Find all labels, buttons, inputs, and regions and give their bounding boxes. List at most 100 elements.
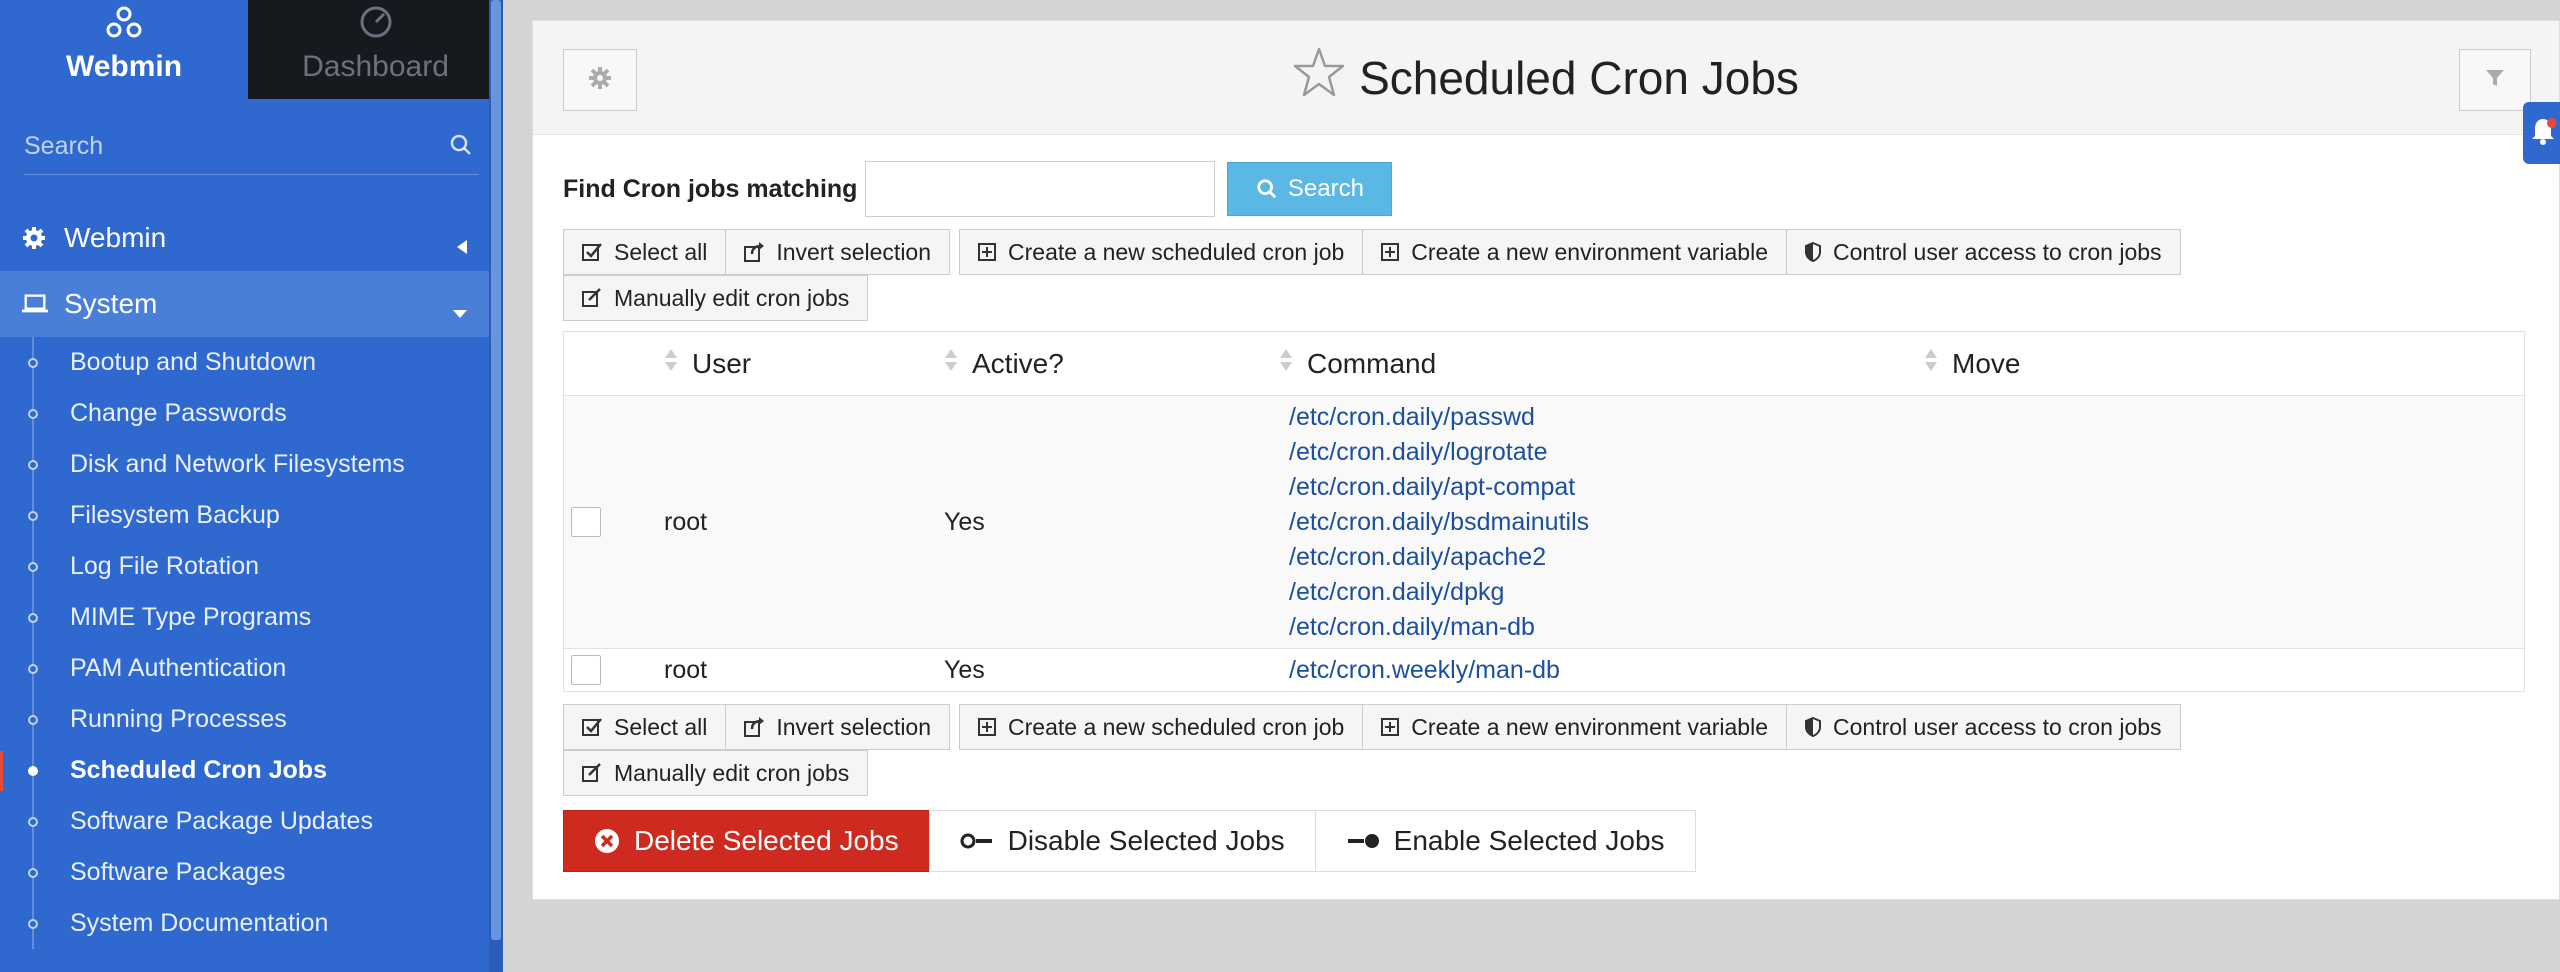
check-square-icon [582, 718, 602, 736]
sidebar-section-system[interactable]: System [0, 271, 503, 337]
laptop-icon [22, 291, 48, 317]
bullet-icon [28, 562, 38, 572]
sidebar-item-label: Bootup and Shutdown [70, 348, 317, 376]
create-cron-job-button[interactable]: Create a new scheduled cron job [959, 229, 1364, 275]
cron-jobs-table: User Active? Command Move root Yes /etc/… [563, 331, 2525, 692]
control-access-button[interactable]: Control user access to cron jobs [1786, 229, 2181, 275]
sidebar-item-log-rotation[interactable]: Log File Rotation [0, 541, 503, 592]
search-button[interactable]: Search [1227, 162, 1393, 216]
sidebar-section-webmin[interactable]: Webmin [0, 205, 503, 271]
sidebar-item-package-updates[interactable]: Software Package Updates [0, 796, 503, 847]
disable-selected-button[interactable]: Disable Selected Jobs [928, 810, 1316, 872]
sidebar-item-label: System Documentation [70, 909, 329, 937]
sidebar-item-pam[interactable]: PAM Authentication [0, 643, 503, 694]
command-link[interactable]: /etc/cron.daily/passwd [1289, 400, 1535, 435]
header-user[interactable]: User [664, 347, 944, 380]
enable-selected-button[interactable]: Enable Selected Jobs [1314, 810, 1696, 872]
toggle-off-icon [960, 833, 992, 849]
scrollbar-thumb[interactable] [491, 0, 501, 940]
enable-selected-label: Enable Selected Jobs [1393, 825, 1665, 856]
sidebar-item-software-packages[interactable]: Software Packages [0, 847, 503, 898]
select-all-button[interactable]: Select all [563, 704, 727, 750]
module-config-button[interactable] [563, 49, 637, 111]
command-link[interactable]: /etc/cron.daily/logrotate [1289, 435, 1547, 470]
times-circle-icon [595, 829, 619, 853]
bullet-icon [28, 664, 38, 674]
sidebar-item-scheduled-cron-jobs[interactable]: Scheduled Cron Jobs [0, 745, 503, 796]
disable-selected-label: Disable Selected Jobs [1007, 825, 1285, 856]
bullet-icon [28, 613, 38, 623]
header-move[interactable]: Move [1924, 347, 2324, 380]
command-link[interactable]: /etc/cron.daily/man-db [1289, 610, 1535, 645]
header-command[interactable]: Command [1279, 347, 1924, 380]
select-all-button[interactable]: Select all [563, 229, 727, 275]
sidebar-item-label: Disk and Network Filesystems [70, 450, 405, 478]
bullet-icon [28, 766, 38, 776]
sidebar-item-label: Filesystem Backup [70, 501, 280, 529]
manual-edit-label: Manually edit cron jobs [614, 759, 850, 786]
header-active-label: Active? [972, 347, 1064, 379]
command-link[interactable]: /etc/cron.daily/apt-compat [1289, 470, 1575, 505]
control-access-button[interactable]: Control user access to cron jobs [1786, 704, 2181, 750]
row-checkbox[interactable] [571, 507, 601, 537]
filter-button[interactable] [2459, 49, 2531, 111]
user-cell: root [664, 655, 708, 684]
search-icon[interactable] [449, 133, 473, 162]
tab-dashboard[interactable]: Dashboard [248, 0, 503, 99]
manual-edit-button[interactable]: Manually edit cron jobs [563, 275, 869, 321]
bullet-icon [28, 715, 38, 725]
sidebar-item-bootup[interactable]: Bootup and Shutdown [0, 337, 503, 388]
row-checkbox[interactable] [571, 655, 601, 685]
command-link[interactable]: /etc/cron.weekly/man-db [1289, 653, 1560, 688]
command-link[interactable]: /etc/cron.daily/dpkg [1289, 575, 1504, 610]
sidebar-item-filesystem-backup[interactable]: Filesystem Backup [0, 490, 503, 541]
create-env-variable-button[interactable]: Create a new environment variable [1362, 229, 1787, 275]
sidebar-item-label: Scheduled Cron Jobs [70, 756, 327, 784]
active-cell: Yes [944, 655, 985, 684]
create-env-variable-button[interactable]: Create a new environment variable [1362, 704, 1787, 750]
delete-selected-label: Delete Selected Jobs [634, 825, 899, 856]
header-command-label: Command [1307, 347, 1437, 379]
sidebar-scrollbar[interactable] [489, 0, 503, 972]
bullet-icon [28, 358, 38, 368]
create-env-variable-label: Create a new environment variable [1411, 238, 1768, 265]
manual-edit-button[interactable]: Manually edit cron jobs [563, 750, 869, 796]
sidebar-item-mime-types[interactable]: MIME Type Programs [0, 592, 503, 643]
star-icon[interactable] [1293, 47, 1345, 108]
invert-selection-button[interactable]: Invert selection [725, 704, 951, 750]
invert-selection-button[interactable]: Invert selection [725, 229, 951, 275]
bullet-icon [28, 868, 38, 878]
tab-webmin-label: Webmin [65, 50, 183, 83]
plus-square-icon [978, 718, 997, 736]
row-select-cell [564, 396, 664, 648]
sidebar-item-system-docs[interactable]: System Documentation [0, 898, 503, 949]
command-link[interactable]: /etc/cron.daily/apache2 [1289, 540, 1546, 575]
page-title: Scheduled Cron Jobs [1293, 47, 1799, 108]
command-link[interactable]: /etc/cron.daily/bsdmainutils [1289, 505, 1589, 540]
create-env-variable-label: Create a new environment variable [1411, 713, 1768, 740]
sidebar-item-label: PAM Authentication [70, 654, 287, 682]
sidebar-item-label: Running Processes [70, 705, 287, 733]
control-access-label: Control user access to cron jobs [1833, 713, 2162, 740]
main-panel: Scheduled Cron Jobs Find Cron jobs match… [532, 20, 2560, 900]
sidebar-item-running-processes[interactable]: Running Processes [0, 694, 503, 745]
plus-square-icon [1381, 243, 1400, 261]
tab-webmin[interactable]: Webmin [0, 0, 248, 99]
sidebar-top-tabs: Webmin Dashboard [0, 0, 503, 99]
search-row: Find Cron jobs matching Search [563, 161, 2529, 217]
create-cron-job-label: Create a new scheduled cron job [1008, 713, 1345, 740]
sidebar-item-change-passwords[interactable]: Change Passwords [0, 388, 503, 439]
sidebar-search-input[interactable]: Search [24, 119, 479, 175]
sidebar-item-disk-filesystems[interactable]: Disk and Network Filesystems [0, 439, 503, 490]
row-select-cell [564, 649, 664, 691]
toolbar-bottom: Select all Invert selection Create a new… [563, 704, 2463, 796]
notifications-button[interactable] [2523, 102, 2560, 164]
sidebar-section-system-label: System [64, 288, 158, 319]
bullet-icon [28, 511, 38, 521]
table-row: root Yes /etc/cron.daily/passwd /etc/cro… [564, 396, 2524, 649]
command-cell: /etc/cron.weekly/man-db [1289, 649, 1929, 691]
create-cron-job-button[interactable]: Create a new scheduled cron job [959, 704, 1364, 750]
delete-selected-button[interactable]: Delete Selected Jobs [563, 810, 930, 872]
cron-search-input[interactable] [865, 161, 1216, 217]
header-active[interactable]: Active? [944, 347, 1279, 380]
